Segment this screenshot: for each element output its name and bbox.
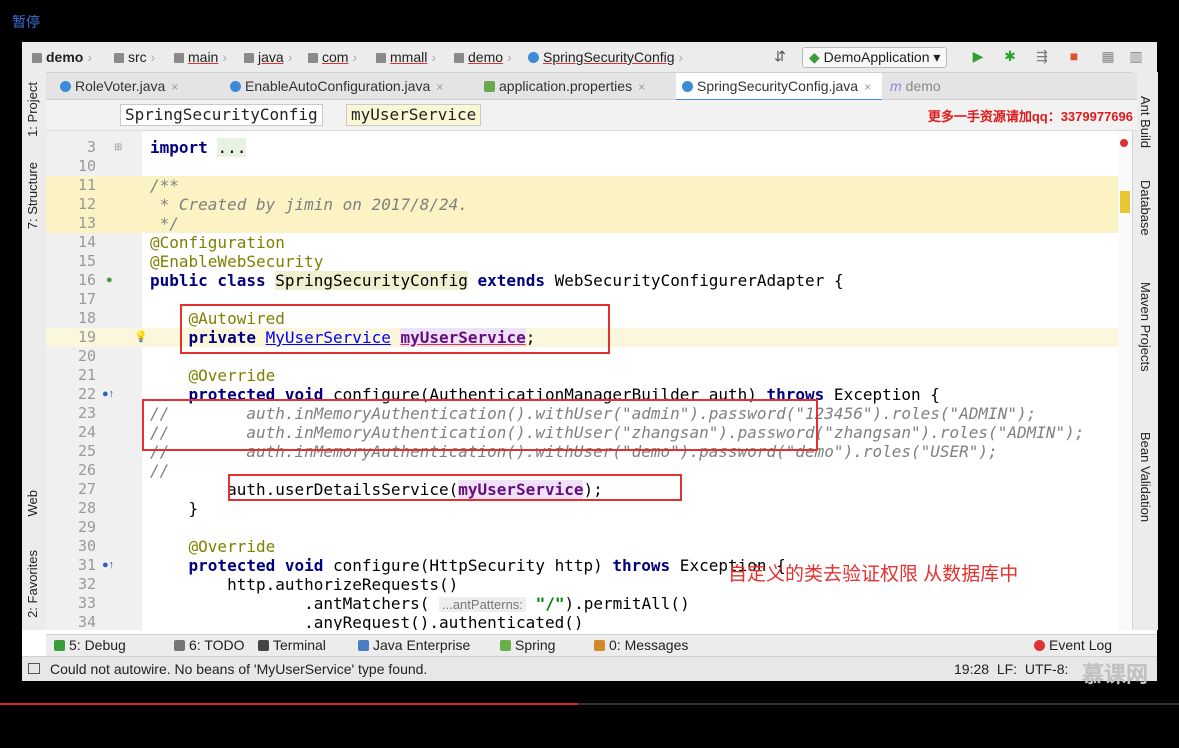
class-icon bbox=[528, 52, 539, 63]
crumb-project[interactable]: demo › bbox=[32, 49, 92, 65]
code-line: 16 ● public class SpringSecurityConfig ext… bbox=[77, 271, 844, 290]
override-icon[interactable]: ●↑ bbox=[102, 556, 114, 575]
crumb-src[interactable]: src › bbox=[114, 49, 155, 65]
code-line: 12 * Created by jimin on 2017/8/24. bbox=[46, 195, 1132, 214]
code-breadcrumb: SpringSecurityConfig myUserService 更多一手资… bbox=[46, 100, 1137, 131]
left-tool-strip: 1: Project 7: Structure Web 2: Favorites bbox=[22, 72, 47, 630]
editor-tabs: RoleVoter.java × EnableAutoConfiguration.… bbox=[46, 73, 1137, 101]
crumb-demo[interactable]: demo › bbox=[454, 49, 512, 65]
project-tool-button[interactable]: 1: Project bbox=[25, 82, 40, 137]
code-line: 29 bbox=[77, 518, 96, 536]
pause-label[interactable]: 暂停 bbox=[12, 12, 40, 32]
folder-icon bbox=[244, 53, 254, 63]
tool-windows-bar: 5: Debug 6: TODO Terminal Java Enterpris… bbox=[46, 634, 1157, 657]
java-enterprise-tool-button[interactable]: Java Enterprise bbox=[358, 637, 470, 653]
package-icon bbox=[308, 53, 318, 63]
run-icon[interactable]: ▶ bbox=[970, 48, 986, 64]
package-icon bbox=[376, 53, 386, 63]
ant-build-tool-button[interactable]: Ant Build bbox=[1138, 96, 1153, 148]
code-line: 14 @Configuration bbox=[77, 233, 285, 252]
tab-application-properties[interactable]: application.properties × bbox=[484, 73, 670, 99]
error-stripe-marker bbox=[1120, 139, 1128, 147]
maven-icon: m bbox=[890, 78, 902, 94]
annotation-icon bbox=[230, 81, 241, 92]
web-tool-button[interactable]: Web bbox=[25, 490, 40, 517]
class-breadcrumb-chip[interactable]: SpringSecurityConfig bbox=[120, 104, 323, 126]
crumb-com[interactable]: com › bbox=[308, 49, 357, 65]
profile-icon[interactable]: ⇶ bbox=[1034, 48, 1050, 64]
parameter-hint: ...antPatterns: bbox=[438, 597, 526, 612]
code-line: 21 @Override bbox=[77, 366, 276, 385]
video-progress-fill bbox=[0, 703, 578, 705]
navigation-bar: demo › src › main › java › com › mmall › demo ›… bbox=[22, 42, 1157, 73]
tab-springsecurityconfig[interactable]: SpringSecurityConfig.java × bbox=[676, 73, 882, 101]
ide-window: demo › src › main › java › com › mmall › demo ›… bbox=[22, 42, 1158, 687]
maven-tool-button[interactable]: Maven Projects bbox=[1138, 282, 1153, 372]
code-line: 33 .antMatchers( ...antPatterns: "/").pe… bbox=[77, 594, 690, 613]
fold-icon[interactable]: ⊞ bbox=[114, 138, 122, 157]
debug-tool-button[interactable]: 5: Debug bbox=[54, 637, 126, 653]
folder-icon bbox=[174, 53, 184, 63]
close-icon[interactable]: × bbox=[638, 80, 645, 94]
status-indicators[interactable]: 19:28 LF: UTF-8: bbox=[954, 661, 1068, 677]
highlight-box-autowired bbox=[180, 304, 610, 354]
crumb-class[interactable]: SpringSecurityConfig › bbox=[528, 49, 683, 65]
close-icon[interactable]: × bbox=[436, 80, 443, 94]
warning-stripe-marker bbox=[1120, 191, 1130, 213]
annotation-text: 自定义的类去验证权限 从数据库中 bbox=[728, 564, 1019, 585]
terminal-tool-button[interactable]: Terminal bbox=[258, 637, 326, 653]
crumb-mmall[interactable]: mmall › bbox=[376, 49, 436, 65]
code-line: 13 */ bbox=[46, 214, 1132, 233]
build-icon[interactable]: ⇵ bbox=[772, 48, 788, 64]
run-configuration-select[interactable]: ◆ DemoApplication ▾ bbox=[802, 47, 948, 68]
properties-icon bbox=[484, 81, 495, 92]
logo: 慕课网 bbox=[1082, 662, 1149, 687]
tab-demo[interactable]: m demo bbox=[890, 73, 960, 99]
close-icon[interactable]: × bbox=[864, 80, 871, 94]
structure-tool-button[interactable]: 7: Structure bbox=[25, 162, 40, 229]
code-line: 30 @Override bbox=[77, 537, 276, 556]
code-line: 3 ⊞ import ... bbox=[86, 138, 247, 157]
watermark-text: 更多一手资源请加qq：3379977696 bbox=[927, 109, 1133, 124]
crumb-java[interactable]: java › bbox=[244, 49, 292, 65]
bean-validation-tool-button[interactable]: Bean Validation bbox=[1138, 432, 1153, 522]
messages-tool-button[interactable]: 0: Messages bbox=[594, 637, 688, 653]
code-line: 34 .anyRequest().authenticated() bbox=[77, 613, 584, 630]
layout-icon[interactable]: ▥ bbox=[1128, 48, 1144, 64]
bulb-icon[interactable]: 💡 bbox=[134, 328, 148, 347]
project-structure-icon[interactable]: ▦ bbox=[1100, 48, 1116, 64]
code-editor[interactable]: 3 ⊞ import ... 10 11/** 12 * Created by ji… bbox=[46, 131, 1132, 630]
status-message: Could not autowire. No beans of 'MyUserS… bbox=[50, 661, 428, 677]
crumb-main[interactable]: main › bbox=[174, 49, 227, 65]
status-bar: Could not autowire. No beans of 'MyUserS… bbox=[22, 656, 1157, 687]
todo-tool-button[interactable]: 6: TODO bbox=[174, 637, 245, 653]
favorites-tool-button[interactable]: 2: Favorites bbox=[25, 550, 40, 618]
code-line: 15 @EnableWebSecurity bbox=[77, 252, 324, 271]
highlight-box-comments bbox=[142, 399, 818, 451]
package-icon bbox=[454, 53, 464, 63]
member-breadcrumb-chip[interactable]: myUserService bbox=[346, 104, 482, 126]
code-line: 28 } bbox=[77, 499, 199, 518]
folder-icon bbox=[32, 53, 42, 63]
tab-enableautoconfiguration[interactable]: EnableAutoConfiguration.java × bbox=[230, 73, 474, 99]
folder-icon bbox=[114, 53, 124, 63]
class-icon bbox=[682, 81, 693, 92]
stop-icon[interactable]: ■ bbox=[1066, 48, 1082, 64]
highlight-box-userdetails bbox=[228, 474, 682, 501]
debug-icon[interactable]: ✱ bbox=[1002, 48, 1018, 64]
tab-rolevoter[interactable]: RoleVoter.java × bbox=[60, 73, 220, 99]
class-icon bbox=[60, 81, 71, 92]
database-tool-button[interactable]: Database bbox=[1138, 180, 1153, 236]
spring-bean-icon[interactable]: ● bbox=[106, 271, 113, 290]
spring-tool-button[interactable]: Spring bbox=[500, 637, 555, 653]
close-icon[interactable]: × bbox=[171, 80, 178, 94]
override-icon[interactable]: ●↑ bbox=[102, 385, 114, 404]
right-tool-strip: Ant Build Database Maven Projects Bean V… bbox=[1132, 72, 1158, 630]
event-log-tool-button[interactable]: Event Log bbox=[1034, 637, 1112, 653]
toggle-tool-windows-icon[interactable] bbox=[28, 663, 40, 674]
code-line: 11/** bbox=[46, 176, 1132, 195]
code-line: 10 bbox=[77, 157, 96, 175]
